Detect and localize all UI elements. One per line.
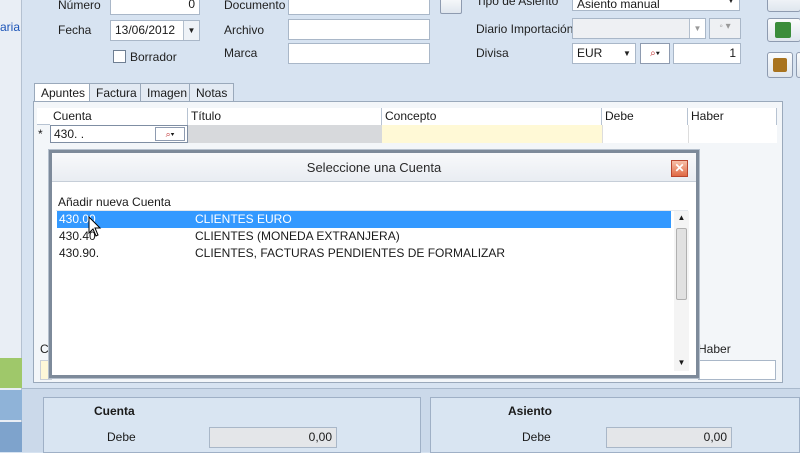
marca-field[interactable] [288, 43, 430, 64]
debe-cell[interactable] [602, 125, 688, 143]
list-item[interactable]: 430.90. CLIENTES, FACTURAS PENDIENTES DE… [57, 245, 671, 262]
diario-select[interactable]: ▼ [572, 18, 706, 39]
toolbar-button[interactable] [796, 52, 800, 78]
toolbar-button[interactable] [767, 52, 793, 78]
divisa-rate-value: 1 [729, 46, 736, 60]
asiento-debe-label: Debe [522, 430, 551, 444]
asiento-debe-field: 0,00 [606, 427, 732, 448]
borrador-checkbox[interactable] [113, 50, 126, 63]
divisa-dropdown[interactable]: ▼ [619, 44, 635, 63]
asiento-summary-title: Asiento [508, 404, 553, 418]
divisa-rate-field[interactable]: 1 [673, 43, 741, 64]
tab-apuntes[interactable]: Apuntes [34, 83, 93, 102]
toolbar-button[interactable] [767, 18, 800, 42]
diario-extra-button[interactable]: ◦ ▾ [709, 18, 741, 39]
haber-cell[interactable] [688, 125, 777, 143]
cuenta-cell-value: 430. . [54, 127, 85, 141]
borrador-label: Borrador [130, 50, 177, 64]
fecha-dropdown-button[interactable]: ▼ [183, 21, 199, 40]
diario-label: Diario Importación [476, 22, 574, 36]
concepto-cell[interactable] [382, 125, 602, 143]
list-item[interactable]: 430.40 CLIENTES (MONEDA EXTRANJERA) [57, 228, 671, 245]
col-debe[interactable]: Debe [602, 108, 688, 125]
cuenta-debe-value: 0,00 [308, 430, 332, 444]
edit-icon[interactable] [440, 0, 462, 14]
behind-haber-field[interactable] [698, 360, 776, 380]
archivo-field[interactable] [288, 19, 430, 40]
account-desc: CLIENTES (MONEDA EXTRANJERA) [195, 229, 400, 243]
tipo-asiento-label: Tipo de Asiento [476, 0, 559, 8]
numero-field[interactable]: 0 [110, 0, 200, 15]
mouse-cursor-icon [88, 216, 102, 237]
calculator-icon [775, 22, 791, 38]
numero-value: 0 [188, 0, 195, 11]
cuenta-summary-title: Cuenta [94, 404, 135, 418]
col-cuenta[interactable]: Cuenta [50, 108, 188, 125]
asiento-debe-value: 0,00 [703, 430, 727, 444]
add-new-account[interactable]: Añadir nueva Cuenta [58, 195, 171, 209]
toolbar-button[interactable] [767, 0, 800, 12]
row-marker: * [38, 127, 43, 141]
tipo-asiento-value: Asiento manual [577, 0, 660, 11]
numero-label: Número [58, 0, 101, 12]
tipo-asiento-select[interactable]: Asiento manual ▼ [572, 0, 740, 11]
select-account-dialog: Seleccione una Cuenta ✕ Añadir nueva Cue… [49, 150, 699, 378]
behind-haber-label: Haber [698, 342, 731, 356]
divisa-search-button[interactable]: ⌕▾ [640, 43, 670, 64]
col-titulo[interactable]: Título [188, 108, 382, 125]
titulo-cell [188, 125, 382, 143]
documento-field[interactable] [288, 0, 430, 15]
chevron-down-icon: ▼ [693, 24, 702, 33]
fecha-label: Fecha [58, 23, 92, 37]
chevron-down-icon: ▼ [623, 49, 631, 58]
account-desc: CLIENTES, FACTURAS PENDIENTES DE FORMALI… [195, 246, 506, 260]
list-item[interactable]: 430.00 CLIENTES EURO [57, 211, 671, 228]
search-icon: ⌕ [165, 129, 171, 139]
tipo-asiento-dropdown[interactable]: ▼ [723, 0, 739, 10]
sidebar-active-item[interactable] [0, 358, 22, 388]
cuenta-cell-input[interactable]: 430. . ⌕▾ [50, 125, 188, 143]
scroll-thumb[interactable] [676, 228, 687, 300]
cuenta-debe-field: 0,00 [209, 427, 337, 448]
marca-label: Marca [224, 46, 258, 60]
diario-dropdown[interactable]: ▼ [689, 19, 705, 38]
scroll-up-arrow-icon[interactable]: ▲ [674, 213, 689, 222]
chevron-down-icon: ▼ [727, 0, 735, 5]
divisa-label: Divisa [476, 46, 509, 60]
fecha-value: 13/06/2012 [115, 23, 176, 37]
scroll-down-arrow-icon[interactable]: ▼ [674, 358, 689, 367]
divisa-select[interactable]: EUR ▼ [572, 43, 636, 64]
account-desc: CLIENTES EURO [195, 212, 292, 226]
account-code: 430.90. [59, 246, 100, 260]
col-concepto[interactable]: Concepto [382, 108, 602, 125]
tab-imagen[interactable]: Imagen [140, 83, 195, 101]
documento-label: Documento [224, 0, 286, 12]
report-icon [773, 58, 787, 72]
chevron-down-icon: ▼ [187, 26, 196, 35]
sidebar-item[interactable] [0, 390, 22, 420]
col-haber[interactable]: Haber [688, 108, 777, 125]
tab-notas[interactable]: Notas [189, 83, 235, 101]
dialog-scrollbar[interactable]: ▲ ▼ [674, 211, 689, 371]
archivo-label: Archivo [224, 23, 265, 37]
tab-factura[interactable]: Factura [89, 83, 144, 101]
divisa-value: EUR [577, 46, 603, 60]
sidebar-cut-text: aria [0, 20, 21, 34]
dialog-title: Seleccione una Cuenta [306, 160, 442, 175]
chevron-down-icon: ▾ [655, 48, 660, 59]
cuenta-search-button[interactable]: ⌕▾ [155, 127, 185, 141]
close-icon: ✕ [674, 161, 685, 175]
fecha-field[interactable]: 13/06/2012 ▼ [110, 20, 200, 41]
dialog-close-button[interactable]: ✕ [671, 160, 688, 177]
behind-c-label: C [40, 342, 49, 356]
sidebar-item[interactable] [0, 422, 22, 452]
cuenta-debe-label: Debe [107, 430, 136, 444]
